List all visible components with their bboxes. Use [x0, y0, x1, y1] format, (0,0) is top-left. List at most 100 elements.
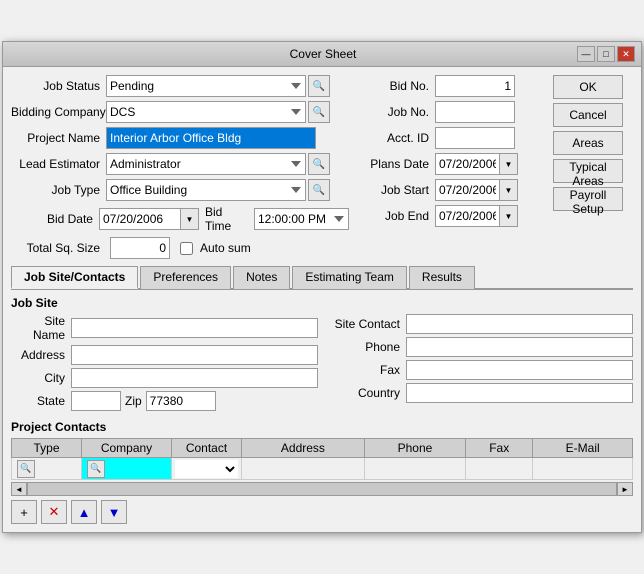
tabs-bar: Job Site/Contacts Preferences Notes Esti… [11, 265, 633, 290]
main-form-section: Job Status Pending 🔍 Bidding Company DCS… [11, 75, 633, 265]
action-buttons-section: OK Cancel Areas Typical Areas Payroll Se… [553, 75, 633, 265]
bid-no-input[interactable]: 1 [435, 75, 515, 97]
lead-estimator-search-button[interactable]: 🔍 [308, 153, 330, 175]
job-start-picker-button[interactable]: ▼ [500, 179, 518, 201]
close-button[interactable]: ✕ [617, 46, 635, 62]
job-end-wrap: 07/20/2006 ▼ [435, 205, 518, 227]
job-no-input[interactable] [435, 101, 515, 123]
add-row-button[interactable]: + [11, 500, 37, 524]
move-down-button[interactable]: ▼ [101, 500, 127, 524]
contacts-section: Project Contacts Type Company Contact Ad… [11, 420, 633, 524]
job-start-row: Job Start 07/20/2006 ▼ [365, 179, 537, 201]
job-status-search-button[interactable]: 🔍 [308, 75, 330, 97]
ok-button[interactable]: OK [553, 75, 623, 99]
maximize-button[interactable]: □ [597, 46, 615, 62]
contact-phone-cell [364, 458, 465, 480]
site-name-label: Site Name [11, 314, 71, 342]
site-name-row: Site Name [11, 314, 318, 342]
zip-input[interactable]: 77380 [146, 391, 216, 411]
job-no-row: Job No. [365, 101, 537, 123]
country-input[interactable] [406, 383, 633, 403]
state-input[interactable] [71, 391, 121, 411]
window-title: Cover Sheet [69, 47, 577, 61]
address-label: Address [11, 348, 71, 362]
col-phone: Phone [364, 439, 465, 458]
tab-job-site[interactable]: Job Site/Contacts [11, 266, 138, 289]
site-contact-row: Site Contact [326, 314, 633, 334]
contact-row: 🔍 🔍 [12, 458, 633, 480]
acct-id-input[interactable] [435, 127, 515, 149]
job-end-picker-button[interactable]: ▼ [500, 205, 518, 227]
tab-estimating-team[interactable]: Estimating Team [292, 266, 406, 289]
job-start-input[interactable]: 07/20/2006 [435, 179, 500, 201]
bottom-buttons: + ✕ ▲ ▼ [11, 500, 633, 524]
phone-row: Phone [326, 337, 633, 357]
plans-date-input[interactable]: 07/20/2006 [435, 153, 500, 175]
contact-contact-cell [172, 458, 242, 480]
plans-date-wrap: 07/20/2006 ▼ [435, 153, 518, 175]
bid-date-picker-button[interactable]: ▼ [181, 208, 199, 230]
lead-estimator-label: Lead Estimator [11, 157, 106, 171]
plans-date-picker-button[interactable]: ▼ [500, 153, 518, 175]
job-start-label: Job Start [365, 183, 435, 197]
phone-label: Phone [326, 340, 406, 354]
job-status-select[interactable]: Pending [106, 75, 306, 97]
project-name-input[interactable]: Interior Arbor Office Bldg [106, 127, 316, 149]
form-right-section: Bid No. 1 Job No. Acct. ID Plans Date 07… [357, 75, 537, 265]
bidding-company-search-button[interactable]: 🔍 [308, 101, 330, 123]
lead-estimator-select[interactable]: Administrator [106, 153, 306, 175]
col-contact: Contact [172, 439, 242, 458]
company-search-button[interactable]: 🔍 [87, 460, 105, 478]
bid-time-label: Bid Time [205, 205, 248, 233]
total-sq-input[interactable]: 0 [110, 237, 170, 259]
payroll-setup-button[interactable]: Payroll Setup [553, 187, 623, 211]
scrollbar-track[interactable] [27, 482, 617, 496]
fax-row: Fax [326, 360, 633, 380]
state-zip-row: State Zip 77380 [11, 391, 318, 411]
tab-notes[interactable]: Notes [233, 266, 290, 289]
contact-select[interactable] [175, 460, 238, 478]
site-contact-label: Site Contact [326, 317, 406, 331]
job-type-select[interactable]: Office Building [106, 179, 306, 201]
bid-date-row: Bid Date 07/20/2006 ▼ Bid Time 12:00:00 … [11, 205, 349, 233]
cover-sheet-window: Cover Sheet — □ ✕ Job Status Pending 🔍 [2, 41, 642, 533]
move-up-button[interactable]: ▲ [71, 500, 97, 524]
scroll-left-button[interactable]: ◄ [11, 482, 27, 496]
typical-areas-button[interactable]: Typical Areas [553, 159, 623, 183]
job-site-grid: Site Name Address City State Zip [11, 314, 633, 414]
bid-time-select[interactable]: 12:00:00 PM [254, 208, 349, 230]
bid-date-label: Bid Date [11, 212, 99, 226]
cancel-button[interactable]: Cancel [553, 103, 623, 127]
tab-preferences[interactable]: Preferences [140, 266, 231, 289]
contact-company-cell[interactable]: 🔍 [82, 458, 172, 480]
bid-date-input[interactable]: 07/20/2006 [99, 208, 181, 230]
fax-input[interactable] [406, 360, 633, 380]
address-row: Address [11, 345, 318, 365]
phone-input[interactable] [406, 337, 633, 357]
areas-button[interactable]: Areas [553, 131, 623, 155]
address-input[interactable] [71, 345, 318, 365]
site-name-input[interactable] [71, 318, 318, 338]
job-type-label: Job Type [11, 183, 106, 197]
job-site-section-label: Job Site [11, 296, 633, 310]
city-input[interactable] [71, 368, 318, 388]
form-content: Job Status Pending 🔍 Bidding Company DCS… [3, 67, 641, 532]
minimize-button[interactable]: — [577, 46, 595, 62]
total-sq-label: Total Sq. Size [11, 241, 106, 255]
type-search-button[interactable]: 🔍 [17, 460, 35, 478]
contact-email-cell [533, 458, 633, 480]
contact-fax-cell [466, 458, 533, 480]
bidding-company-select[interactable]: DCS [106, 101, 306, 123]
contact-address-cell [242, 458, 365, 480]
site-contact-input[interactable] [406, 314, 633, 334]
col-address: Address [242, 439, 365, 458]
scroll-right-button[interactable]: ► [617, 482, 633, 496]
job-type-search-button[interactable]: 🔍 [308, 179, 330, 201]
plans-date-label: Plans Date [365, 157, 435, 171]
city-row: City [11, 368, 318, 388]
contact-type-cell: 🔍 [12, 458, 82, 480]
job-end-input[interactable]: 07/20/2006 [435, 205, 500, 227]
tab-results[interactable]: Results [409, 266, 475, 289]
autosum-checkbox[interactable] [180, 242, 193, 255]
delete-row-button[interactable]: ✕ [41, 500, 67, 524]
